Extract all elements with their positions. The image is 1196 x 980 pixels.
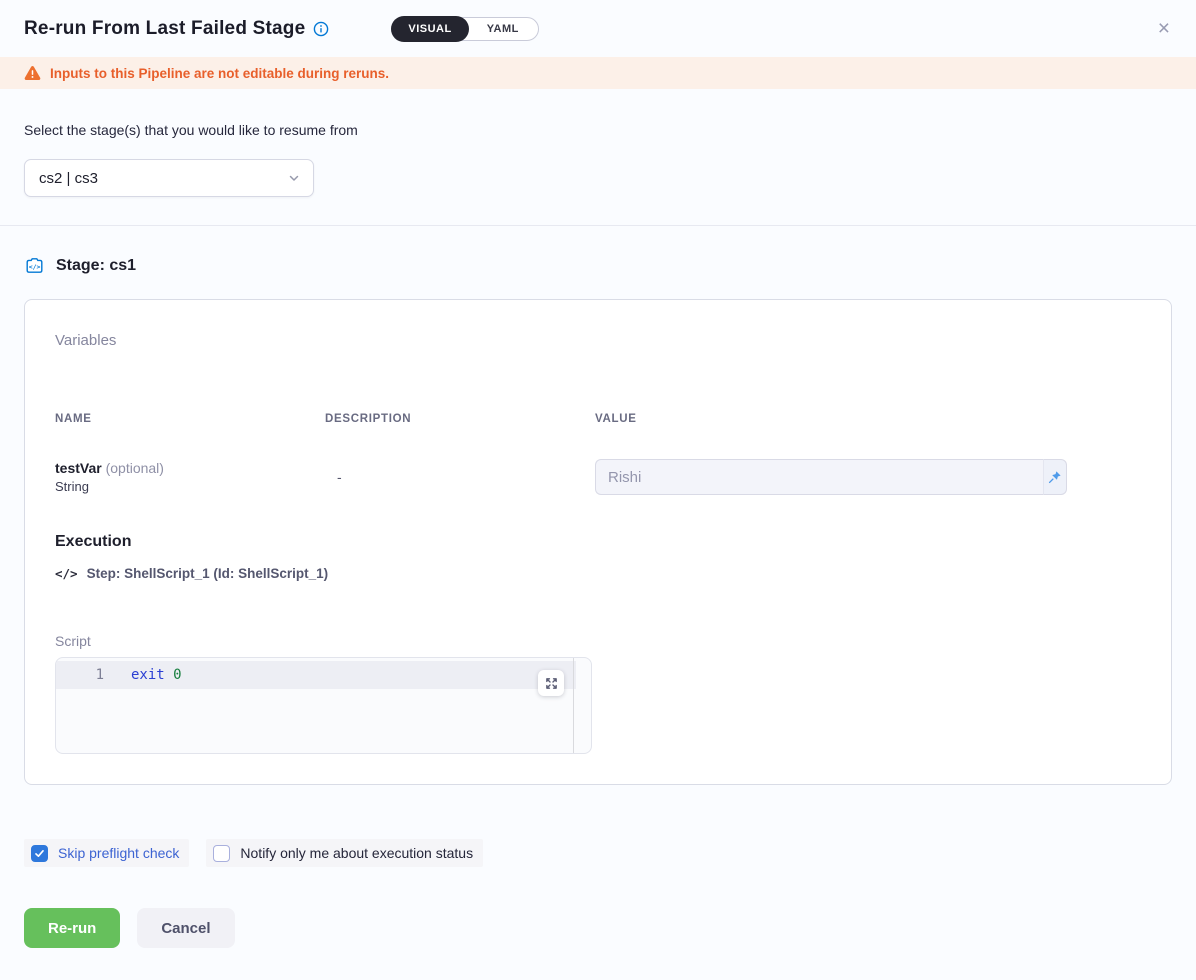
close-icon[interactable]: × — [1158, 18, 1170, 39]
variable-name: testVar — [55, 460, 102, 476]
stage-select-value: cs2 | cs3 — [39, 170, 287, 187]
warning-banner: Inputs to this Pipeline are not editable… — [0, 57, 1196, 89]
modal-header: Re-run From Last Failed Stage VISUAL YAM… — [0, 0, 1196, 57]
step-header: </> Step: ShellScript_1 (Id: ShellScript… — [55, 566, 1141, 581]
notify-me-label: Notify only me about execution status — [240, 845, 473, 861]
stage-title: Stage: cs1 — [56, 257, 136, 275]
variable-value-field — [595, 459, 1067, 495]
rerun-pipeline-modal: Re-run From Last Failed Stage VISUAL YAM… — [0, 0, 1196, 980]
toggle-yaml[interactable]: YAML — [468, 23, 538, 35]
column-header-value: VALUE — [595, 413, 1141, 425]
notify-me-option[interactable]: Notify only me about execution status — [206, 839, 483, 867]
stage-select-section: Select the stage(s) that you would like … — [0, 89, 1196, 226]
warning-triangle-icon — [24, 65, 41, 81]
toggle-visual[interactable]: VISUAL — [391, 16, 468, 42]
variable-optional-tag: (optional) — [106, 460, 164, 476]
variables-heading: Variables — [55, 332, 1141, 349]
editor-scrollbar[interactable] — [573, 658, 574, 753]
variable-name-cell: testVar (optional) String — [55, 460, 325, 494]
rerun-button[interactable]: Re-run — [24, 908, 120, 948]
info-icon[interactable] — [313, 21, 329, 37]
warning-text: Inputs to this Pipeline are not editable… — [50, 66, 389, 81]
variable-type: String — [55, 479, 325, 494]
line-number: 1 — [56, 667, 104, 683]
ci-stage-icon: </> — [24, 256, 45, 276]
variable-value-input[interactable] — [595, 459, 1043, 495]
code-line: 1 exit 0 — [56, 661, 576, 689]
script-label: Script — [55, 633, 1141, 649]
skip-preflight-label: Skip preflight check — [58, 845, 179, 861]
script-code-editor[interactable]: 1 exit 0 — [55, 657, 592, 754]
column-header-name: NAME — [55, 413, 325, 425]
code-argument: 0 — [173, 667, 181, 683]
skip-preflight-checkbox[interactable] — [31, 845, 48, 862]
cancel-button[interactable]: Cancel — [137, 908, 234, 948]
code-text: exit 0 — [131, 667, 182, 683]
step-title: Step: ShellScript_1 (Id: ShellScript_1) — [87, 566, 329, 581]
stage-select-label: Select the stage(s) that you would like … — [24, 122, 1172, 138]
visual-yaml-toggle: VISUAL YAML — [391, 17, 539, 41]
stage-form-content: </> Stage: cs1 Variables NAME DESCRIPTIO… — [0, 256, 1196, 948]
expand-editor-button[interactable] — [538, 670, 564, 696]
execution-heading: Execution — [55, 533, 1141, 551]
notify-me-checkbox[interactable] — [213, 845, 230, 862]
page-title: Re-run From Last Failed Stage — [24, 18, 305, 40]
code-keyword: exit — [131, 667, 165, 683]
variables-table-header: NAME DESCRIPTION VALUE — [55, 413, 1141, 425]
stage-header: </> Stage: cs1 — [24, 256, 1172, 276]
execution-options: Skip preflight check Notify only me abou… — [24, 839, 1172, 867]
modal-actions: Re-run Cancel — [24, 908, 1172, 948]
stage-select-dropdown[interactable]: cs2 | cs3 — [24, 159, 314, 197]
stage-inputs-card: Variables NAME DESCRIPTION VALUE testVar… — [24, 299, 1172, 785]
svg-text:</>: </> — [29, 263, 41, 271]
chevron-down-icon — [287, 171, 301, 185]
table-row: testVar (optional) String - — [55, 459, 1141, 495]
column-header-description: DESCRIPTION — [325, 413, 595, 425]
variable-description: - — [325, 469, 595, 485]
code-step-icon: </> — [55, 566, 78, 581]
skip-preflight-option[interactable]: Skip preflight check — [24, 839, 189, 867]
pin-icon[interactable] — [1043, 459, 1067, 495]
